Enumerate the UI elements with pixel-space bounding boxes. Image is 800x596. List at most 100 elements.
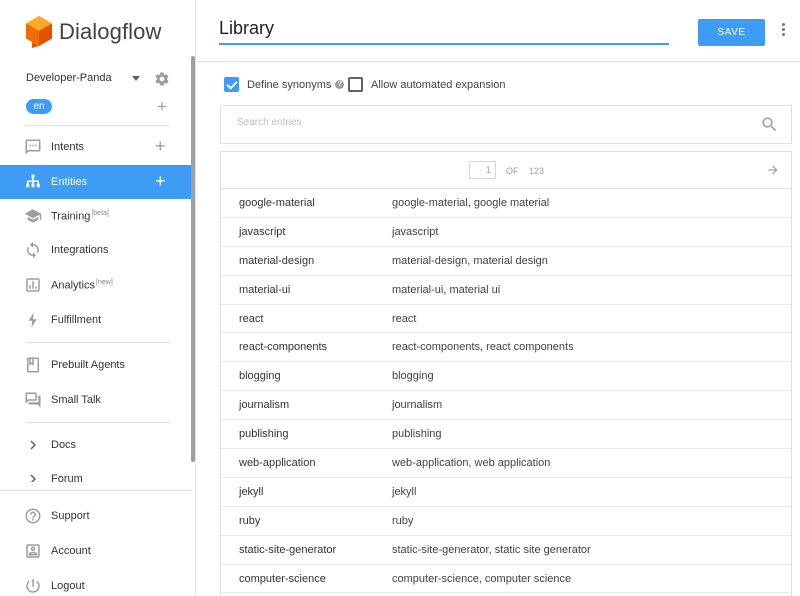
new-badge: [new] [96,278,113,286]
entry-value[interactable]: blogging [239,370,281,382]
sidebar-clip: Forum [0,462,192,482]
entry-synonyms[interactable]: static-site-generator, static site gener… [392,544,591,556]
more-vert-icon[interactable] [779,23,787,39]
add-intent-icon[interactable]: + [155,137,166,155]
entry-value[interactable]: react [239,313,263,325]
entry-value[interactable]: ruby [239,515,260,527]
search-input[interactable] [237,117,737,128]
entry-synonyms[interactable]: react [392,313,416,325]
sidebar-item-account[interactable]: Account [0,534,192,568]
sidebar-item-label: Fulfillment [51,314,102,326]
agent-selector[interactable]: Developer-Panda [26,71,176,87]
sidebar-item-analytics[interactable]: Analytics[new] [0,268,192,302]
agent-name: Developer-Panda [26,72,112,84]
chat-bubble-icon [25,139,41,155]
entry-value[interactable]: computer-science [239,573,326,585]
entries-table: OF 123 google-material google-material, g… [220,151,792,596]
entry-value[interactable]: javascript [239,226,285,238]
sidebar-item-label: Forum [51,473,83,482]
chevron-down-icon[interactable] [132,76,140,81]
arrow-forward-icon[interactable] [766,163,780,177]
entry-value[interactable]: material-design [239,255,314,267]
entry-synonyms[interactable]: javascript [392,226,438,238]
sidebar-item-docs[interactable]: Docs [0,428,192,462]
table-row[interactable]: material-ui material-ui, material ui [221,276,791,305]
table-row[interactable]: react-components react-components, react … [221,333,791,363]
gear-icon[interactable] [154,71,170,87]
bar-chart-icon [26,278,40,292]
entry-value[interactable]: web-application [239,457,315,469]
help-icon[interactable]: ? [335,80,345,89]
lightning-icon [28,312,37,328]
divider [0,490,192,491]
sidebar-item-support[interactable]: Support [0,499,192,533]
table-row[interactable]: ruby ruby [221,507,791,536]
table-row[interactable]: static-site-generator static-site-generat… [221,536,791,565]
entry-synonyms[interactable]: blogging [392,370,434,382]
table-row[interactable]: google-material google-material, google m… [221,189,791,218]
entry-synonyms[interactable]: react-components, react components [392,341,574,353]
entry-value[interactable]: journalism [239,399,289,411]
table-row[interactable]: publishing publishing [221,420,791,450]
add-entity-icon[interactable]: + [155,172,166,190]
entry-synonyms[interactable]: material-design, material design [392,255,548,267]
sidebar-item-label: Intents [51,141,85,153]
graduation-cap-icon [24,209,42,223]
page-of-label: OF [506,166,519,176]
sidebar-item-label: Integrations [51,244,109,256]
entry-synonyms[interactable]: publishing [392,428,442,440]
save-button[interactable]: SAVE [698,19,765,46]
allow-expansion-label: Allow automated expansion [371,78,506,91]
chevron-right-icon [30,440,36,450]
add-language-icon[interactable]: + [157,98,167,115]
entry-value[interactable]: static-site-generator [239,544,336,556]
account-box-icon [26,544,40,558]
entry-synonyms[interactable]: computer-science, computer science [392,573,571,585]
entry-value[interactable]: material-ui [239,284,290,296]
sidebar-scrollbar[interactable] [191,56,195,462]
entry-synonyms[interactable]: jekyll [392,486,416,498]
page-header: SAVE [197,0,800,62]
table-row[interactable]: computer-science computer-science, comput… [221,565,791,594]
table-row[interactable]: web-application web-application, web appl… [221,449,791,478]
table-row[interactable]: journalism journalism [221,391,791,421]
sidebar-item-forum[interactable]: Forum [0,462,192,482]
sidebar-item-label: Analytics[new] [51,278,113,292]
entry-synonyms[interactable]: material-ui, material ui [392,284,500,296]
entries-list: google-material google-material, google m… [221,189,791,594]
entry-synonyms[interactable]: web-application, web application [392,457,550,469]
sidebar-item-fulfillment[interactable]: Fulfillment [0,303,192,337]
sidebar-item-label: Account [51,545,91,557]
page-total: 123 [529,166,545,176]
brand-logo[interactable]: Dialogflow [26,16,162,48]
sidebar-item-entities[interactable]: Entities + [0,165,192,199]
define-synonyms-option[interactable]: Define synonyms ? [224,77,345,92]
table-row[interactable]: blogging blogging [221,362,791,392]
allow-expansion-option[interactable]: Allow automated expansion [348,77,506,92]
sidebar-item-small-talk[interactable]: Small Talk [0,383,192,417]
define-synonyms-checkbox[interactable] [224,77,239,92]
search-icon[interactable] [760,115,779,134]
entry-synonyms[interactable]: google-material, google material [392,197,549,209]
entity-name-input[interactable] [219,17,669,45]
entry-value[interactable]: react-components [239,341,327,353]
entry-synonyms[interactable]: journalism [392,399,442,411]
sidebar-item-label: Training[beta] [51,209,109,223]
sidebar-item-label: Logout [51,580,85,592]
sidebar-item-logout[interactable]: Logout [0,569,192,596]
allow-expansion-checkbox[interactable] [348,77,363,92]
entry-synonyms[interactable]: ruby [392,515,413,527]
table-row[interactable]: jekyll jekyll [221,478,791,507]
sidebar-item-integrations[interactable]: Integrations [0,233,192,267]
table-row[interactable]: material-design material-design, material… [221,247,791,276]
language-chip[interactable]: en [26,99,52,114]
entry-value[interactable]: google-material [239,197,315,209]
page-number-input[interactable] [469,161,496,179]
sidebar-item-prebuilt-agents[interactable]: Prebuilt Agents [0,348,192,382]
entry-value[interactable]: publishing [239,428,289,440]
table-row[interactable]: react react [221,305,791,334]
sidebar-item-training[interactable]: Training[beta] [0,199,192,233]
table-row[interactable]: javascript javascript [221,218,791,247]
sidebar-item-intents[interactable]: Intents + [0,130,192,164]
entry-value[interactable]: jekyll [239,486,263,498]
